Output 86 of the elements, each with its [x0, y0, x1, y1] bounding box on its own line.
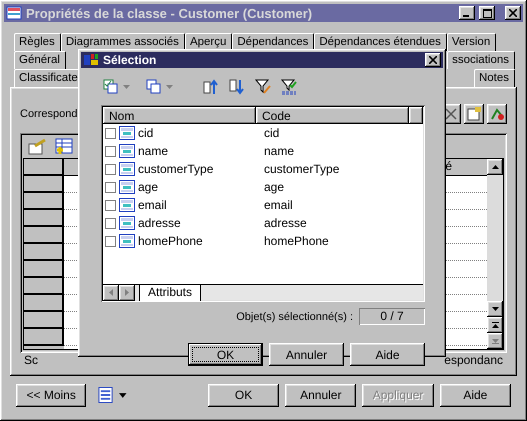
- dialog-title: Sélection: [103, 53, 158, 67]
- checkbox[interactable]: [105, 200, 116, 210]
- tab[interactable]: Général: [14, 51, 66, 69]
- document-icon: [466, 106, 482, 122]
- list-icon: [98, 386, 114, 404]
- name-cell-text: name: [138, 144, 170, 158]
- sub-tab[interactable]: Sc: [20, 353, 42, 367]
- checkbox[interactable]: [105, 128, 116, 138]
- tab[interactable]: Règles: [14, 33, 61, 51]
- close-button[interactable]: [425, 53, 441, 67]
- uncheck-all-icon: [146, 79, 162, 95]
- empty-column-header: [409, 107, 423, 124]
- code-cell: age: [264, 180, 284, 194]
- filter-check-icon: [281, 79, 297, 95]
- code-cell: email: [264, 198, 293, 212]
- close-button[interactable]: [505, 6, 521, 20]
- window-title: Propriétés de la classe - Customer (Customer): [26, 6, 314, 20]
- name-cell-text: age: [138, 180, 160, 194]
- name-cell-text: adresse: [138, 216, 182, 230]
- dialog-button[interactable]: Aide: [350, 343, 425, 366]
- close-icon: [509, 9, 517, 17]
- checkbox[interactable]: [105, 218, 116, 228]
- dropdown-icon: [119, 392, 127, 398]
- code-cell: cid: [264, 126, 280, 140]
- name-cell-text: email: [138, 198, 168, 212]
- dialog-button[interactable]: OK: [208, 384, 280, 406]
- code-cell: name: [264, 144, 294, 158]
- code-cell: customerType: [264, 162, 340, 176]
- properties-button[interactable]: [464, 104, 484, 124]
- dialog-button[interactable]: OK: [188, 343, 263, 366]
- link-button[interactable]: [487, 104, 507, 124]
- scrollbar[interactable]: [487, 159, 503, 349]
- checkbox[interactable]: [105, 164, 116, 174]
- name-cell-text: customerType: [138, 162, 214, 176]
- less-button[interactable]: << Moins: [16, 384, 86, 406]
- attribute-icon: [119, 180, 135, 194]
- check-all-icon: [103, 79, 119, 95]
- maximize-button[interactable]: [479, 6, 495, 20]
- sub-tab[interactable]: espondanc: [440, 353, 507, 367]
- column-header[interactable]: Code: [256, 107, 409, 124]
- count-field: 0 / 7: [359, 308, 425, 325]
- caret-icon: [166, 85, 173, 89]
- edit-icon: [27, 138, 47, 156]
- filter-edit-icon: [255, 79, 271, 95]
- maximize-icon: [482, 8, 492, 18]
- checkbox[interactable]: [105, 236, 116, 246]
- caret-icon: [123, 85, 130, 89]
- move-down-icon: [229, 79, 245, 95]
- tab[interactable]: ssociations: [447, 51, 515, 69]
- attribute-icon: [119, 216, 135, 230]
- attribute-icon: [119, 198, 135, 212]
- bottom-arrow-icon: [492, 338, 498, 344]
- checkbox[interactable]: [105, 146, 116, 156]
- count-label: Objet(s) sélectionné(s) :: [236, 310, 353, 322]
- up-arrow-icon: [492, 165, 498, 169]
- tab[interactable]: Attributs: [139, 284, 202, 300]
- left-arrow-icon: [109, 289, 113, 296]
- name-cell-text: cid: [138, 126, 154, 140]
- name-cell-text: homePhone: [138, 234, 204, 248]
- scroll-right-button[interactable]: [119, 284, 135, 300]
- attribute-icon: [119, 144, 135, 158]
- close-icon: [429, 56, 437, 64]
- tab[interactable]: Version: [446, 33, 496, 51]
- add-table-icon: [53, 138, 73, 156]
- attribute-icon: [119, 234, 135, 248]
- class-icon: [6, 5, 22, 21]
- right-arrow-icon: [125, 289, 129, 296]
- attribute-icon: [119, 162, 135, 176]
- app-icon: [83, 52, 99, 68]
- dialog-button[interactable]: Annuler: [285, 384, 356, 406]
- scroll-left-button[interactable]: [103, 284, 119, 300]
- down-arrow-icon: [492, 307, 498, 311]
- dialog-button[interactable]: Annuler: [269, 343, 344, 366]
- checkbox[interactable]: [105, 182, 116, 192]
- column-header[interactable]: Nom: [103, 107, 256, 124]
- tab[interactable]: Notes: [474, 69, 515, 87]
- dialog-button[interactable]: Aide: [440, 384, 511, 406]
- link-icon: [489, 106, 505, 122]
- panel-label: Correspond: [20, 108, 78, 120]
- delete-icon: [445, 108, 457, 120]
- code-cell: homePhone: [264, 234, 329, 248]
- minimize-button[interactable]: [459, 6, 475, 20]
- attribute-icon: [119, 126, 135, 140]
- code-cell: adresse: [264, 216, 307, 230]
- move-up-icon: [203, 79, 219, 95]
- top-arrow-icon: [492, 322, 498, 328]
